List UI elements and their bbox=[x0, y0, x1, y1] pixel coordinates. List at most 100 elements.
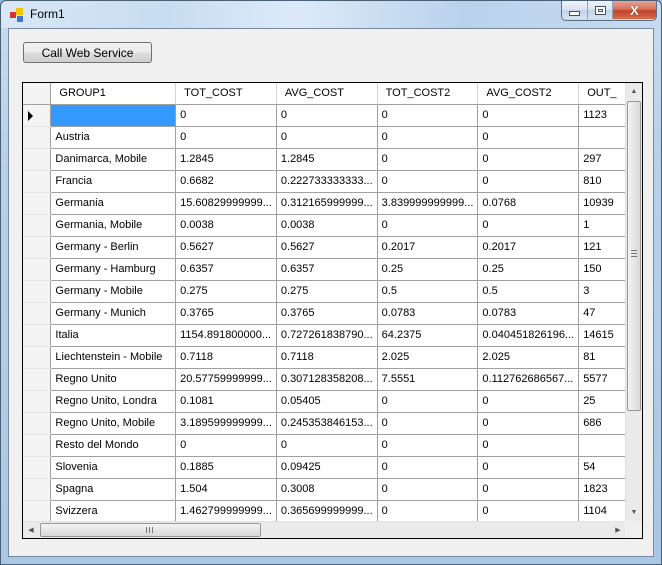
cell-avg-cost2[interactable]: 0.5 bbox=[477, 280, 580, 303]
table-row[interactable]: Svizzera 1.462799999999... 0.365699999999.… bbox=[23, 500, 626, 521]
cell-group1[interactable]: Regno Unito bbox=[50, 368, 177, 391]
row-header-cell[interactable] bbox=[23, 434, 52, 457]
cell-avg-cost2[interactable]: 0 bbox=[477, 170, 580, 193]
table-row[interactable]: Germany - Berlin 0.5627 0.5627 0.2017 0.2017… bbox=[23, 236, 626, 259]
cell-out[interactable]: 3 bbox=[578, 280, 626, 303]
row-header-cell[interactable] bbox=[23, 148, 52, 171]
column-header-out[interactable]: OUT_ bbox=[578, 83, 626, 105]
cell-out[interactable]: 686 bbox=[578, 412, 626, 435]
cell-out[interactable]: 297 bbox=[578, 148, 626, 171]
cell-tot-cost[interactable]: 1.2845 bbox=[175, 148, 277, 171]
cell-group1[interactable]: Germania, Mobile bbox=[50, 214, 177, 237]
scroll-down-button[interactable]: ▼ bbox=[626, 504, 642, 521]
cell-group1[interactable]: Germania bbox=[50, 192, 177, 215]
cell-avg-cost2[interactable]: 0 bbox=[477, 214, 580, 237]
cell-avg-cost[interactable]: 0.222733333333... bbox=[276, 170, 378, 193]
cell-avg-cost[interactable]: 0.307128358208... bbox=[276, 368, 378, 391]
cell-group1[interactable]: Slovenia bbox=[50, 456, 177, 479]
cell-out[interactable]: 150 bbox=[578, 258, 626, 281]
cell-tot-cost[interactable]: 1.462799999999... bbox=[175, 500, 277, 521]
cell-avg-cost[interactable]: 0.7118 bbox=[276, 346, 378, 369]
cell-tot-cost[interactable]: 0.1081 bbox=[175, 390, 277, 413]
scroll-left-button[interactable]: ◀ bbox=[23, 522, 39, 538]
row-header-cell[interactable] bbox=[23, 236, 52, 259]
row-header-cell[interactable] bbox=[23, 192, 52, 215]
cell-tot-cost2[interactable]: 3.839999999999... bbox=[377, 192, 479, 215]
cell-group1[interactable]: Austria bbox=[50, 126, 177, 149]
cell-tot-cost[interactable]: 0 bbox=[175, 104, 277, 127]
row-header-cell[interactable] bbox=[23, 126, 52, 149]
table-row[interactable]: Germany - Mobile 0.275 0.275 0.5 0.5 3 bbox=[23, 280, 626, 303]
cell-avg-cost[interactable]: 0 bbox=[276, 104, 378, 127]
cell-out[interactable]: 10939 bbox=[578, 192, 626, 215]
cell-tot-cost[interactable]: 0.1885 bbox=[175, 456, 277, 479]
vertical-scroll-thumb[interactable] bbox=[627, 101, 641, 411]
scroll-right-button[interactable]: ▶ bbox=[610, 522, 626, 538]
cell-group1[interactable]: Danimarca, Mobile bbox=[50, 148, 177, 171]
row-header-cell[interactable] bbox=[23, 302, 52, 325]
cell-group1[interactable]: Regno Unito, Londra bbox=[50, 390, 177, 413]
cell-tot-cost2[interactable]: 2.025 bbox=[377, 346, 479, 369]
table-row[interactable]: Resto del Mondo 0 0 0 0 bbox=[23, 434, 626, 457]
cell-group1[interactable]: Resto del Mondo bbox=[50, 434, 177, 457]
row-header-cell[interactable] bbox=[23, 500, 52, 521]
cell-out[interactable]: 14615 bbox=[578, 324, 626, 347]
cell-avg-cost2[interactable]: 0 bbox=[477, 104, 580, 127]
cell-group1[interactable]: Francia bbox=[50, 170, 177, 193]
table-row[interactable]: Liechtenstein - Mobile 0.7118 0.7118 2.025 2… bbox=[23, 346, 626, 369]
scroll-up-button[interactable]: ▲ bbox=[626, 83, 642, 100]
cell-tot-cost[interactable]: 1.504 bbox=[175, 478, 277, 501]
cell-avg-cost2[interactable]: 0.112762686567... bbox=[477, 368, 580, 391]
cell-avg-cost[interactable]: 0.5627 bbox=[276, 236, 378, 259]
cell-out[interactable]: 810 bbox=[578, 170, 626, 193]
cell-out[interactable]: 1 bbox=[578, 214, 626, 237]
row-header-cell[interactable] bbox=[23, 390, 52, 413]
row-header-cell[interactable] bbox=[23, 214, 52, 237]
cell-avg-cost2[interactable]: 2.025 bbox=[477, 346, 580, 369]
cell-avg-cost[interactable]: 0.05405 bbox=[276, 390, 378, 413]
cell-tot-cost[interactable]: 0.6357 bbox=[175, 258, 277, 281]
cell-avg-cost2[interactable]: 0 bbox=[477, 126, 580, 149]
cell-tot-cost2[interactable]: 0 bbox=[377, 456, 479, 479]
call-web-service-button[interactable]: Call Web Service bbox=[23, 42, 152, 63]
cell-tot-cost[interactable]: 15.60829999999... bbox=[175, 192, 277, 215]
cell-avg-cost[interactable]: 0.3008 bbox=[276, 478, 378, 501]
table-row[interactable]: Germany - Munich 0.3765 0.3765 0.0783 0.0783… bbox=[23, 302, 626, 325]
cell-avg-cost[interactable]: 0.275 bbox=[276, 280, 378, 303]
vertical-scrollbar[interactable]: ▲ ▼ bbox=[625, 83, 642, 521]
column-header-avg-cost2[interactable]: AVG_COST2 bbox=[477, 83, 580, 105]
cell-avg-cost[interactable]: 0.312165999999... bbox=[276, 192, 378, 215]
cell-out[interactable]: 5577 bbox=[578, 368, 626, 391]
cell-avg-cost[interactable]: 0.365699999999... bbox=[276, 500, 378, 521]
cell-tot-cost2[interactable]: 0 bbox=[377, 148, 479, 171]
app-icon[interactable] bbox=[10, 8, 24, 22]
table-row[interactable]: Germania 15.60829999999... 0.312165999999.… bbox=[23, 192, 626, 215]
cell-out[interactable] bbox=[578, 126, 626, 149]
close-button[interactable]: X bbox=[613, 1, 656, 19]
cell-tot-cost2[interactable]: 0.0783 bbox=[377, 302, 479, 325]
cell-out[interactable]: 1123 bbox=[578, 104, 626, 127]
corner-header-cell[interactable] bbox=[23, 83, 52, 105]
table-row[interactable]: Regno Unito 20.57759999999... 0.3071283582… bbox=[23, 368, 626, 391]
row-header-cell[interactable] bbox=[23, 258, 52, 281]
cell-avg-cost2[interactable]: 0.040451826196... bbox=[477, 324, 580, 347]
cell-tot-cost[interactable]: 20.57759999999... bbox=[175, 368, 277, 391]
cell-out[interactable]: 54 bbox=[578, 456, 626, 479]
row-header-cell[interactable] bbox=[23, 170, 52, 193]
cell-tot-cost[interactable]: 0.7118 bbox=[175, 346, 277, 369]
table-row[interactable]: Spagna 1.504 0.3008 0 0 1823 bbox=[23, 478, 626, 501]
cell-out[interactable]: 81 bbox=[578, 346, 626, 369]
cell-avg-cost[interactable]: 0.245353846153... bbox=[276, 412, 378, 435]
cell-tot-cost2[interactable]: 64.2375 bbox=[377, 324, 479, 347]
cell-tot-cost[interactable]: 0.6682 bbox=[175, 170, 277, 193]
cell-tot-cost[interactable]: 1154.891800000... bbox=[175, 324, 277, 347]
cell-tot-cost[interactable]: 0.0038 bbox=[175, 214, 277, 237]
cell-avg-cost2[interactable]: 0.0768 bbox=[477, 192, 580, 215]
cell-avg-cost2[interactable]: 0 bbox=[477, 500, 580, 521]
cell-group1[interactable] bbox=[50, 104, 177, 127]
cell-tot-cost2[interactable]: 0 bbox=[377, 214, 479, 237]
table-row[interactable]: Slovenia 0.1885 0.09425 0 0 54 bbox=[23, 456, 626, 479]
cell-out[interactable]: 1823 bbox=[578, 478, 626, 501]
row-header-cell[interactable] bbox=[23, 478, 52, 501]
table-row[interactable]: Regno Unito, Londra 0.1081 0.05405 0 0 25 bbox=[23, 390, 626, 413]
